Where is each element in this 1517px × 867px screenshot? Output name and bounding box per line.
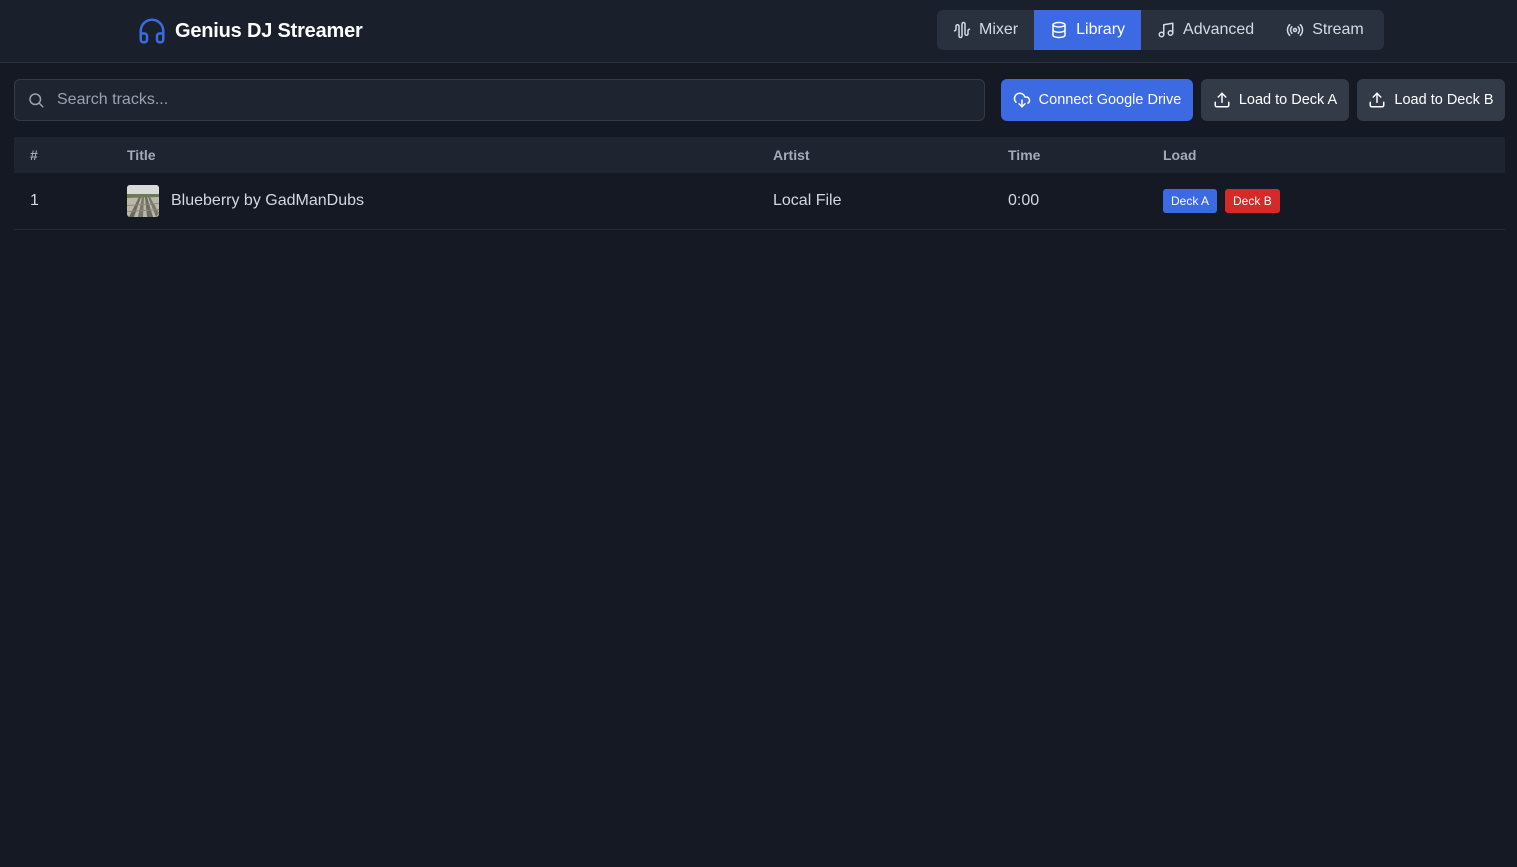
load-deck-b-button[interactable]: Deck B (1225, 189, 1280, 213)
connect-google-drive-label: Connect Google Drive (1038, 92, 1182, 108)
load-to-deck-a-label: Load to Deck A (1238, 92, 1338, 108)
broadcast-icon (1286, 21, 1312, 39)
column-header-number: # (30, 147, 38, 163)
search-input[interactable] (55, 81, 984, 119)
music-note-icon (1157, 21, 1183, 39)
upload-icon (1213, 91, 1239, 109)
tab-advanced[interactable]: Advanced (1141, 10, 1270, 50)
tab-advanced-label: Advanced (1183, 21, 1255, 38)
tab-mixer-label: Mixer (979, 21, 1019, 38)
column-header-title: Title (127, 147, 156, 163)
track-load-cell: Deck A Deck B (1163, 173, 1288, 229)
column-header-load: Load (1163, 147, 1197, 163)
album-art-thumbnail (127, 185, 159, 217)
tab-stream[interactable]: Stream (1270, 10, 1380, 50)
database-icon (1050, 21, 1076, 39)
cloud-download-icon (1013, 91, 1039, 109)
load-deck-a-button[interactable]: Deck A (1163, 189, 1218, 213)
tab-mixer[interactable]: Mixer (937, 10, 1034, 50)
load-to-deck-b-button[interactable]: Load to Deck B (1357, 79, 1505, 121)
search-icon (27, 91, 55, 109)
app-header: Genius DJ Streamer Mixer Library Advance… (0, 0, 1517, 63)
tab-stream-label: Stream (1312, 21, 1364, 38)
track-artist: Local File (773, 192, 842, 209)
table-row[interactable]: 1 Blueberry by GadManDubs Local File 0:0… (14, 173, 1505, 230)
load-to-deck-b-label: Load to Deck B (1394, 92, 1494, 108)
tab-library[interactable]: Library (1034, 10, 1142, 50)
track-title: Blueberry by GadManDubs (171, 192, 364, 209)
table-header: # Title Artist Time Load (14, 137, 1505, 173)
track-table: # Title Artist Time Load 1 Blueberry by … (14, 137, 1505, 230)
headphones-icon (137, 16, 167, 46)
search-box (14, 79, 985, 121)
main-nav: Mixer Library Advanced Stream (937, 10, 1384, 50)
track-number: 1 (30, 192, 39, 209)
column-header-artist: Artist (773, 147, 810, 163)
column-header-time: Time (1008, 147, 1041, 163)
upload-icon (1368, 91, 1394, 109)
connect-google-drive-button[interactable]: Connect Google Drive (1001, 79, 1193, 121)
load-to-deck-a-button[interactable]: Load to Deck A (1201, 79, 1349, 121)
brand: Genius DJ Streamer (137, 15, 363, 47)
tab-library-label: Library (1076, 21, 1126, 38)
track-duration: 0:00 (1008, 192, 1040, 209)
track-title-cell: Blueberry by GadManDubs (127, 173, 364, 229)
app-title: Genius DJ Streamer (175, 19, 363, 42)
waveform-icon (953, 21, 979, 39)
